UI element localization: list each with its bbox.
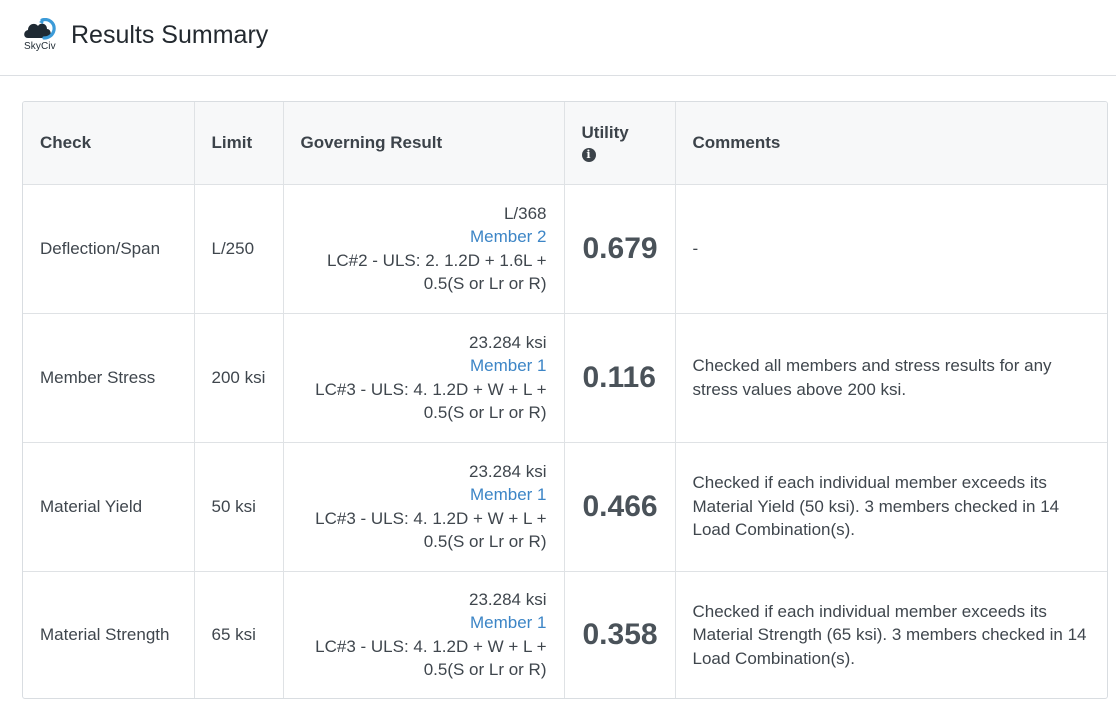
table-header-row: Check Limit Governing Result Utility i C…	[23, 102, 1107, 185]
cell-utility: 0.358	[564, 571, 676, 698]
load-case-line-2: 0.5(S or Lr or R)	[423, 403, 547, 422]
skyciv-logo[interactable]: SkyCiv	[22, 18, 58, 54]
header-check: Check	[23, 102, 195, 185]
load-case-line-2: 0.5(S or Lr or R)	[423, 660, 547, 680]
cell-check: Material Strength	[23, 571, 195, 698]
load-case-line-1: LC#3 - ULS: 4. 1.2D + W + L +	[315, 379, 547, 399]
cell-comment: Checked if each individual member exceed…	[692, 601, 1087, 668]
cell-utility: 0.679	[564, 184, 676, 314]
header-comments: Comments	[675, 102, 1107, 185]
load-case-line-2: 0.5(S or Lr or R)	[423, 532, 547, 551]
table-row: Member Stress 200 ksi 23.284 ksi Member …	[23, 313, 1107, 443]
member-link[interactable]: Member 1	[301, 611, 547, 635]
cell-check: Material Yield	[23, 442, 195, 572]
results-table-container: Check Limit Governing Result Utility i C…	[22, 101, 1108, 699]
header-limit: Limit	[194, 102, 284, 185]
cell-limit: L/250	[194, 184, 284, 314]
info-icon[interactable]: i	[581, 147, 596, 162]
header-governing-result: Governing Result	[283, 102, 565, 185]
cell-governing-result: 23.284 ksi Member 1 LC#3 - ULS: 4. 1.2D …	[283, 442, 565, 572]
cell-comment: Checked if each individual member exceed…	[675, 442, 1107, 572]
cell-utility: 0.466	[564, 442, 676, 572]
cell-governing-result: L/368 Member 2 LC#2 - ULS: 2. 1.2D + 1.6…	[283, 184, 565, 314]
page-header: SkyCiv Results Summary	[0, 0, 1116, 76]
member-link[interactable]: Member 2	[301, 225, 547, 249]
results-table: Check Limit Governing Result Utility i C…	[23, 102, 1107, 698]
table-row: Deflection/Span L/250 L/368 Member 2 LC#…	[23, 184, 1107, 314]
load-case-line-2: 0.5(S or Lr or R)	[423, 274, 547, 293]
cell-comment: Checked all members and stress results f…	[675, 313, 1107, 443]
result-value: 23.284 ksi	[469, 589, 547, 609]
header-utility: Utility i	[564, 102, 676, 185]
load-case-line-1: LC#3 - ULS: 4. 1.2D + W + L +	[315, 508, 547, 528]
cell-utility: 0.116	[564, 313, 676, 443]
cell-check: Member Stress	[23, 313, 195, 443]
table-row: Material Strength 65 ksi 23.284 ksi Memb…	[23, 571, 1107, 698]
table-row: Material Yield 50 ksi 23.284 ksi Member …	[23, 442, 1107, 572]
skyciv-logo-icon	[24, 18, 56, 40]
cell-limit: 65 ksi	[194, 571, 284, 698]
cell-governing-result: 23.284 ksi Member 1 LC#3 - ULS: 4. 1.2D …	[283, 313, 565, 443]
header-utility-label: Utility	[581, 122, 629, 142]
member-link[interactable]: Member 1	[301, 483, 547, 507]
cell-limit: 200 ksi	[194, 313, 284, 443]
cell-comment: -	[675, 184, 1107, 314]
load-case-line-1: LC#3 - ULS: 4. 1.2D + W + L +	[315, 636, 547, 656]
result-value: 23.284 ksi	[469, 332, 547, 352]
cell-limit: 50 ksi	[194, 442, 284, 572]
cell-governing-result: 23.284 ksi Member 1 LC#3 - ULS: 4. 1.2D …	[283, 571, 565, 698]
cell-check: Deflection/Span	[23, 184, 195, 314]
member-link[interactable]: Member 1	[301, 354, 547, 378]
load-case-line-1: LC#2 - ULS: 2. 1.2D + 1.6L +	[326, 250, 547, 270]
result-value: L/368	[503, 203, 547, 223]
result-value: 23.284 ksi	[469, 461, 547, 481]
page-title: Results Summary	[71, 21, 269, 49]
logo-text: SkyCiv	[24, 41, 56, 52]
